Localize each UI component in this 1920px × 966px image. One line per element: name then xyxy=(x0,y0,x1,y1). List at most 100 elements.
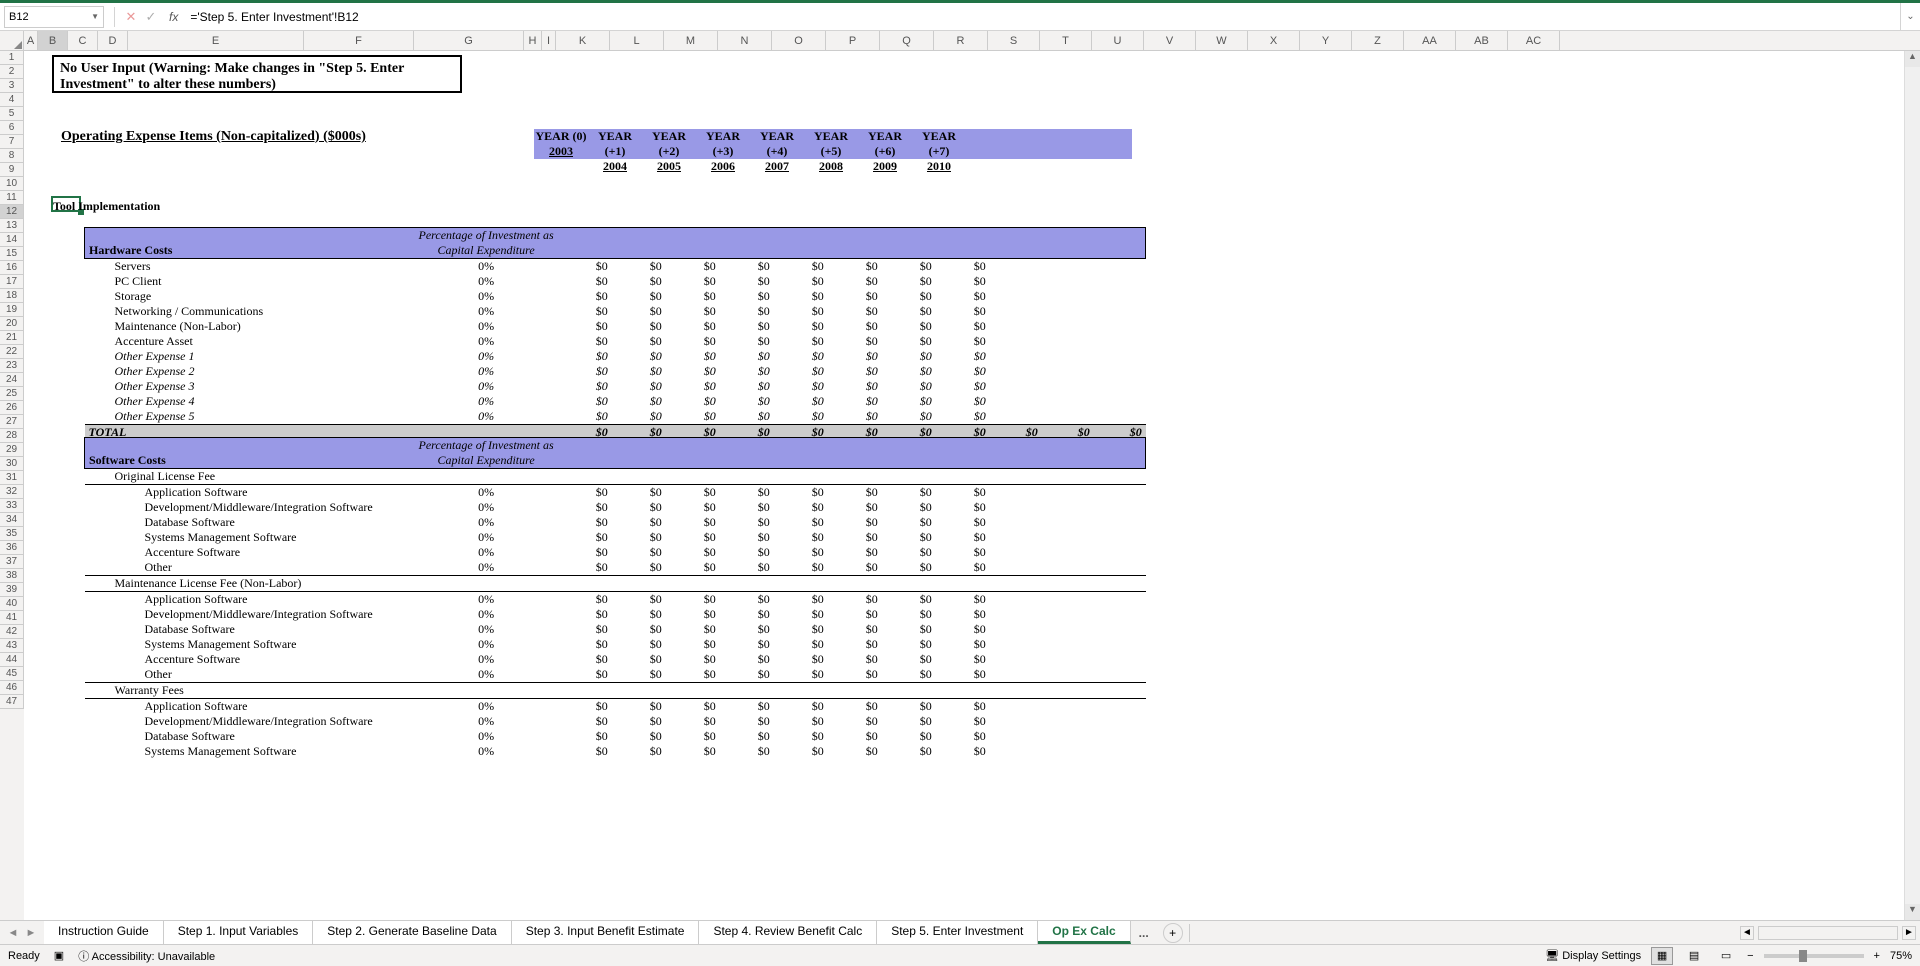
col-header-P[interactable]: P xyxy=(826,31,880,50)
row-header-24[interactable]: 24 xyxy=(0,373,24,387)
tab-nav-first-icon[interactable]: ◄ xyxy=(6,927,20,939)
row-header-38[interactable]: 38 xyxy=(0,569,24,583)
row-header-26[interactable]: 26 xyxy=(0,401,24,415)
row-header-1[interactable]: 1 xyxy=(0,51,24,65)
col-header-S[interactable]: S xyxy=(988,31,1040,50)
row-header-31[interactable]: 31 xyxy=(0,471,24,485)
name-box-dropdown-icon[interactable]: ▼ xyxy=(91,12,99,21)
table-row[interactable]: Development/Middleware/Integration Softw… xyxy=(85,607,1146,622)
table-row[interactable]: Development/Middleware/Integration Softw… xyxy=(85,500,1146,515)
table-row[interactable]: PC Client0%$0$0$0$0$0$0$0$0 xyxy=(85,274,1146,289)
cancel-icon[interactable]: ✕ xyxy=(121,9,141,25)
table-row[interactable]: Application Software0%$0$0$0$0$0$0$0$0 xyxy=(85,592,1146,608)
table-row[interactable]: Application Software0%$0$0$0$0$0$0$0$0 xyxy=(85,485,1146,501)
col-header-O[interactable]: O xyxy=(772,31,826,50)
row-header-36[interactable]: 36 xyxy=(0,541,24,555)
table-row[interactable]: Database Software0%$0$0$0$0$0$0$0$0 xyxy=(85,729,1146,744)
table-row[interactable]: Application Software0%$0$0$0$0$0$0$0$0 xyxy=(85,699,1146,715)
table-row[interactable]: Other Expense 30%$0$0$0$0$0$0$0$0 xyxy=(85,379,1146,394)
col-header-L[interactable]: L xyxy=(610,31,664,50)
table-row[interactable]: Other Expense 40%$0$0$0$0$0$0$0$0 xyxy=(85,394,1146,409)
row-header-15[interactable]: 15 xyxy=(0,247,24,261)
sheet-tab[interactable]: Step 1. Input Variables xyxy=(164,921,314,944)
row-header-10[interactable]: 10 xyxy=(0,177,24,191)
row-header-16[interactable]: 16 xyxy=(0,261,24,275)
col-header-E[interactable]: E xyxy=(128,31,304,50)
display-settings-button[interactable]: 🖥 Display Settings xyxy=(1545,949,1641,962)
row-header-4[interactable]: 4 xyxy=(0,93,24,107)
formula-input[interactable] xyxy=(186,8,1900,26)
col-header-F[interactable]: F xyxy=(304,31,414,50)
row-header-33[interactable]: 33 xyxy=(0,499,24,513)
row-header-43[interactable]: 43 xyxy=(0,639,24,653)
sheet-tab[interactable]: Step 3. Input Benefit Estimate xyxy=(512,921,700,944)
sheet-cells[interactable]: No User Input (Warning: Make changes in … xyxy=(24,51,1920,920)
row-header-25[interactable]: 25 xyxy=(0,387,24,401)
row-header-40[interactable]: 40 xyxy=(0,597,24,611)
row-header-21[interactable]: 21 xyxy=(0,331,24,345)
row-header-39[interactable]: 39 xyxy=(0,583,24,597)
table-row[interactable]: Other Expense 20%$0$0$0$0$0$0$0$0 xyxy=(85,364,1146,379)
row-header-18[interactable]: 18 xyxy=(0,289,24,303)
row-header-5[interactable]: 5 xyxy=(0,107,24,121)
zoom-level[interactable]: 75% xyxy=(1890,950,1912,962)
col-header-X[interactable]: X xyxy=(1248,31,1300,50)
col-header-C[interactable]: C xyxy=(68,31,98,50)
col-header-T[interactable]: T xyxy=(1040,31,1092,50)
col-header-B[interactable]: B xyxy=(38,31,68,50)
col-header-Z[interactable]: Z xyxy=(1352,31,1404,50)
row-header-46[interactable]: 46 xyxy=(0,681,24,695)
sheet-tab[interactable]: Instruction Guide xyxy=(44,921,164,944)
col-header-G[interactable]: G xyxy=(414,31,524,50)
col-header-V[interactable]: V xyxy=(1144,31,1196,50)
table-row[interactable]: Accenture Asset0%$0$0$0$0$0$0$0$0 xyxy=(85,334,1146,349)
page-break-view-icon[interactable]: ▭ xyxy=(1715,947,1737,965)
col-header-A[interactable]: A xyxy=(24,31,38,50)
col-header-H[interactable]: H xyxy=(524,31,542,50)
col-header-W[interactable]: W xyxy=(1196,31,1248,50)
row-header-27[interactable]: 27 xyxy=(0,415,24,429)
row-header-3[interactable]: 3 xyxy=(0,79,24,93)
select-all-corner[interactable] xyxy=(0,31,24,51)
hscroll-track[interactable] xyxy=(1758,926,1898,940)
row-header-14[interactable]: 14 xyxy=(0,233,24,247)
hscroll-right-icon[interactable]: ► xyxy=(1902,926,1916,940)
row-header-12[interactable]: 12 xyxy=(0,205,24,219)
vertical-scrollbar[interactable]: ▲ ▼ xyxy=(1904,51,1920,920)
row-header-6[interactable]: 6 xyxy=(0,121,24,135)
table-row[interactable]: Servers0%$0$0$0$0$0$0$0$0 xyxy=(85,259,1146,275)
scroll-up-icon[interactable]: ▲ xyxy=(1905,51,1920,67)
row-header-30[interactable]: 30 xyxy=(0,457,24,471)
col-header-Q[interactable]: Q xyxy=(880,31,934,50)
row-header-2[interactable]: 2 xyxy=(0,65,24,79)
zoom-out-button[interactable]: − xyxy=(1747,950,1753,962)
row-header-32[interactable]: 32 xyxy=(0,485,24,499)
table-row[interactable]: Database Software0%$0$0$0$0$0$0$0$0 xyxy=(85,515,1146,530)
table-row[interactable]: Other0%$0$0$0$0$0$0$0$0 xyxy=(85,667,1146,683)
col-header-N[interactable]: N xyxy=(718,31,772,50)
row-header-17[interactable]: 17 xyxy=(0,275,24,289)
tab-more-button[interactable]: ... xyxy=(1131,926,1157,940)
col-header-R[interactable]: R xyxy=(934,31,988,50)
table-row[interactable]: Accenture Software0%$0$0$0$0$0$0$0$0 xyxy=(85,545,1146,560)
table-row[interactable]: Development/Middleware/Integration Softw… xyxy=(85,714,1146,729)
row-header-11[interactable]: 11 xyxy=(0,191,24,205)
row-header-41[interactable]: 41 xyxy=(0,611,24,625)
row-header-22[interactable]: 22 xyxy=(0,345,24,359)
fx-icon[interactable]: fx xyxy=(169,10,178,24)
new-sheet-button[interactable]: + xyxy=(1163,923,1183,943)
hscroll-left-icon[interactable]: ◄ xyxy=(1740,926,1754,940)
row-header-34[interactable]: 34 xyxy=(0,513,24,527)
table-row[interactable]: Systems Management Software0%$0$0$0$0$0$… xyxy=(85,744,1146,759)
sheet-tab[interactable]: Step 4. Review Benefit Calc xyxy=(699,921,877,944)
row-header-7[interactable]: 7 xyxy=(0,135,24,149)
table-row[interactable]: Other0%$0$0$0$0$0$0$0$0 xyxy=(85,560,1146,576)
zoom-in-button[interactable]: + xyxy=(1874,950,1880,962)
sheet-tab[interactable]: Op Ex Calc xyxy=(1038,921,1130,944)
row-header-19[interactable]: 19 xyxy=(0,303,24,317)
formula-expand-icon[interactable]: ⌄ xyxy=(1900,3,1920,30)
confirm-icon[interactable]: ✓ xyxy=(141,9,161,25)
col-header-D[interactable]: D xyxy=(98,31,128,50)
zoom-slider[interactable] xyxy=(1764,954,1864,958)
col-header-K[interactable]: K xyxy=(556,31,610,50)
